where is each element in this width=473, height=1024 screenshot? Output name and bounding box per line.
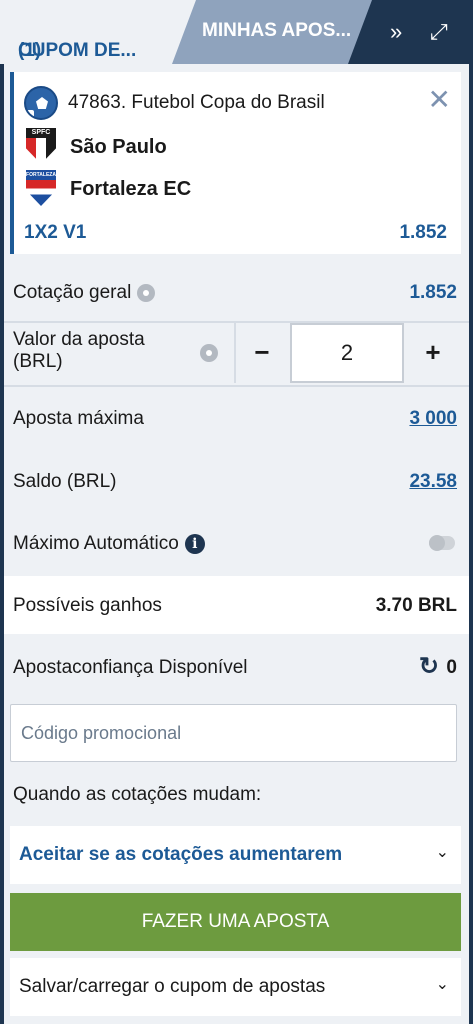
stake-row: Valor da aposta (BRL) − 2 + xyxy=(4,323,469,385)
betslip-tabs: CUPOM DE... (1) MINHAS APOS... » ⤢ xyxy=(0,0,473,64)
auto-max-label: Máximo Automático xyxy=(13,533,179,554)
stake-gear-icon[interactable] xyxy=(200,344,218,362)
save-load-coupon-select[interactable]: Salvar/carregar o cupom de apostas ⌄ xyxy=(10,958,461,1016)
max-bet-label: Aposta máxima xyxy=(13,408,144,429)
decrease-stake-button[interactable]: − xyxy=(236,323,288,383)
tab-my-bets-label: MINHAS APOS... xyxy=(202,20,352,41)
home-team-name: São Paulo xyxy=(70,135,167,158)
sao-paulo-badge-icon: SPFC xyxy=(24,128,58,166)
trust-bet-row: Apostaconfiança Disponível ↻ 0 xyxy=(4,638,469,696)
promo-code-input[interactable] xyxy=(10,704,457,762)
auto-max-toggle[interactable] xyxy=(429,535,455,551)
balance-row: Saldo (BRL) 23.58 xyxy=(4,451,469,509)
odds-change-label: Quando as cotações mudam: xyxy=(13,784,262,805)
balance-link[interactable]: 23.58 xyxy=(409,471,457,493)
away-team-name: Fortaleza EC xyxy=(70,177,192,200)
chevron-down-icon: ⌄ xyxy=(435,976,449,993)
save-load-label: Salvar/carregar o cupom de apostas xyxy=(19,976,326,997)
max-bet-link[interactable]: 3 000 xyxy=(409,408,457,430)
total-odds-row: Cotação geral 1.852 xyxy=(4,263,469,321)
away-team-row: FORTALEZA Fortaleza EC xyxy=(24,170,191,208)
away-badge-text: FORTALEZA xyxy=(26,170,56,180)
possible-win-row: Possíveis ganhos 3.70 BRL xyxy=(4,576,469,634)
expand-icon[interactable]: ⤢ xyxy=(430,18,448,46)
tab-coupon-count: (1) xyxy=(18,40,42,61)
balance-label: Saldo (BRL) xyxy=(13,471,117,492)
refresh-icon[interactable]: ↻ xyxy=(419,652,439,681)
more-arrows-icon[interactable]: » xyxy=(390,18,402,46)
stake-input[interactable]: 2 xyxy=(290,323,404,383)
stake-currency: (BRL) xyxy=(13,351,63,372)
increase-stake-button[interactable]: + xyxy=(407,323,459,383)
chevron-down-icon: ⌄ xyxy=(435,844,449,861)
trust-bet-label: Apostaconfiança Disponível xyxy=(13,657,248,678)
home-team-row: SPFC São Paulo xyxy=(24,128,167,166)
fortaleza-badge-icon: FORTALEZA xyxy=(24,170,58,208)
stake-label: Valor da aposta xyxy=(13,329,145,350)
selection-card: 47863. Futebol Copa do Brasil ✕ SPFC São… xyxy=(10,72,461,254)
place-bet-button[interactable]: FAZER UMA APOSTA xyxy=(10,893,461,951)
info-icon[interactable]: i xyxy=(184,533,205,554)
odds-change-selected: Aceitar se as cotações aumentarem xyxy=(19,844,343,865)
home-badge-text: SPFC xyxy=(26,128,56,138)
tab-my-bets[interactable]: MINHAS APOS... xyxy=(172,0,372,64)
trust-bet-value: 0 xyxy=(446,657,457,678)
close-icon[interactable]: ✕ xyxy=(428,86,451,114)
football-icon xyxy=(24,86,58,120)
gear-icon[interactable] xyxy=(137,283,156,302)
event-row: 47863. Futebol Copa do Brasil xyxy=(24,86,325,120)
odds-change-select[interactable]: Aceitar se as cotações aumentarem ⌄ xyxy=(10,826,461,884)
betslip-panel: 47863. Futebol Copa do Brasil ✕ SPFC São… xyxy=(4,64,469,1024)
betslip-window: CUPOM DE... (1) MINHAS APOS... » ⤢ 47863… xyxy=(0,0,473,1024)
tab-coupon[interactable]: CUPOM DE... (1) xyxy=(0,0,200,64)
total-odds-value: 1.852 xyxy=(409,282,457,303)
event-title: 47863. Futebol Copa do Brasil xyxy=(68,92,325,113)
selection-odd: 1.852 xyxy=(399,222,447,243)
possible-win-label: Possíveis ganhos xyxy=(13,595,162,616)
total-odds-label: Cotação geral xyxy=(13,282,132,303)
max-bet-row: Aposta máxima 3 000 xyxy=(4,387,469,445)
possible-win-value: 3.70 BRL xyxy=(375,595,457,616)
auto-max-row: Máximo Automático i xyxy=(4,515,469,573)
odds-change-row: Quando as cotações mudam: xyxy=(4,768,469,820)
market-label: 1X2 V1 xyxy=(24,222,87,243)
